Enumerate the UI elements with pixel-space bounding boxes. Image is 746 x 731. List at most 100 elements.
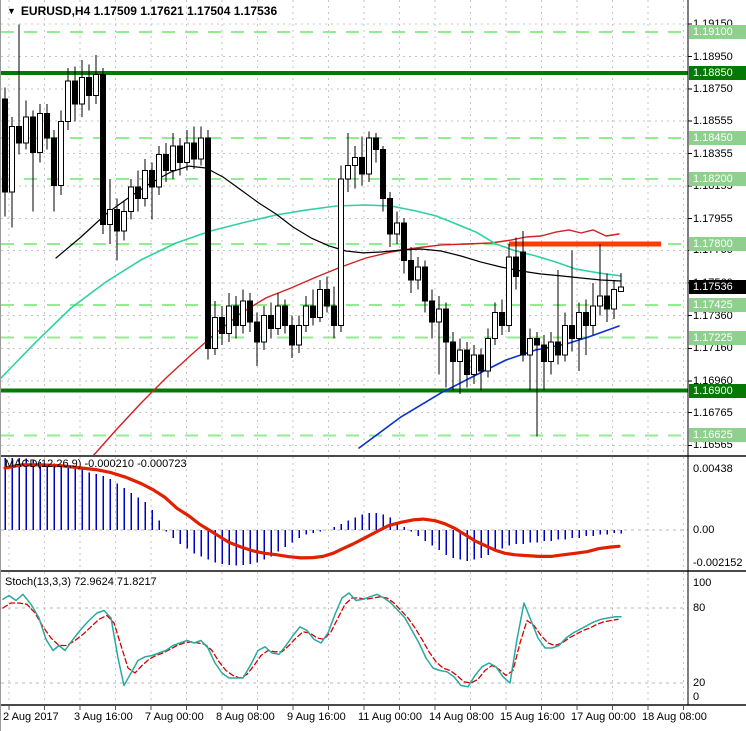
price-axis-label: 1.18355 [693,147,733,160]
candle-down [86,77,92,97]
candle-down [163,153,169,172]
price-level-badge: 1.16900 [689,383,746,398]
candle-down [135,186,141,199]
candle-down [282,305,288,326]
time-axis-label: 17 Aug 00:00 [571,711,636,723]
candle-down [422,266,428,302]
candle-up [345,165,351,180]
candle-up [261,315,267,343]
candle-up [93,73,99,97]
time-axis-label: 8 Aug 08:00 [216,711,275,723]
candle-up [548,341,554,362]
candle-down [478,354,484,372]
symbol-dropdown-icon[interactable]: ▼ [7,6,16,16]
candle-down [247,300,253,323]
candle-down [373,137,379,150]
candle-up [576,311,582,340]
candle-up [23,116,29,144]
candle-down [324,289,330,307]
candle-up [366,137,372,175]
macd-signal-line [3,463,621,560]
candle-down [604,295,610,310]
candle-down [583,311,589,326]
candle-up [527,338,533,356]
candle-down [149,170,155,188]
candle-down [205,137,211,349]
candle-up [65,80,71,123]
macd-axis-min-label: -0.002152 [693,557,743,569]
candle-up [394,222,400,235]
candle-down [331,305,337,326]
time-axis-label: 15 Aug 16:00 [500,711,565,723]
candle-up [226,305,232,335]
candle-up [240,300,246,326]
candle-down [499,311,505,326]
candle-down [450,341,456,362]
candle-up [107,209,113,225]
candle-up [590,305,596,326]
stoch-axis-label: 0 [693,691,700,703]
candle-up [618,286,624,292]
chart-window: ▼ EURUSD,H4 1.17509 1.17621 1.17504 1.17… [0,0,746,731]
time-axis-label: 18 Aug 08:00 [642,711,707,723]
candle-up [611,289,617,310]
candle-up [121,210,127,232]
current-price-badge: 1.17536 [689,280,746,294]
price-level-badge: 1.18450 [689,131,746,146]
price-level-badge: 1.16625 [689,428,746,443]
candle-up [317,289,323,318]
macd-axis-zero-label: 0.00 [693,524,715,536]
candle-down [429,300,435,323]
candle-down [380,148,386,199]
candle-down [114,209,120,232]
candle-up [597,295,603,307]
stoch-d-line [2,596,619,684]
candle-down [191,142,197,160]
candle-down [555,341,561,356]
candle-down [268,315,274,330]
candle-down [443,308,449,343]
candle-up [436,308,442,323]
price-level-badge: 1.18200 [689,171,746,186]
candle-up [562,324,568,356]
candle-down [464,349,470,375]
candle-up [492,311,498,340]
candle-up [352,157,358,167]
candle-down [408,259,414,281]
price-level-badge: 1.17425 [689,298,746,313]
time-axis-label: 7 Aug 00:00 [145,711,204,723]
candle-down [401,222,407,261]
candle-up [303,305,309,326]
stoch-axis-label: 100 [693,577,712,589]
candle-down [254,321,260,343]
stoch-axis-label: 80 [693,602,706,614]
candle-down [387,197,393,235]
macd-axis-max-label: 0.00438 [693,463,733,475]
time-axis-label: 14 Aug 08:00 [429,711,494,723]
candle-up [170,145,176,172]
candle-down [569,324,575,340]
price-axis-label: 1.17955 [693,212,733,225]
candle-down [16,126,22,144]
stoch-k-line [2,592,622,688]
candle-up [184,142,190,163]
candle-up [58,121,64,186]
candle-down [72,80,78,105]
candle-down [30,116,36,154]
candle-up [338,178,344,326]
candle-up [128,186,134,212]
stoch-indicator-label: Stoch(13,3,3) 72.9624 71.8217 [5,576,157,588]
stoch-axis-label: 20 [693,677,706,689]
chart-title: ▼ EURUSD,H4 1.17509 1.17621 1.17504 1.17… [7,4,277,18]
price-axis-label: 1.18750 [693,83,733,96]
candle-down [177,145,183,163]
candle-up [485,338,491,372]
candle-up [296,324,302,346]
candle-up [212,316,218,349]
candle-down [310,305,316,318]
chart-canvas[interactable] [1,0,746,731]
time-axis-label: 11 Aug 00:00 [358,711,423,723]
candle-down [2,98,8,193]
candle-down [44,113,50,139]
candle-up [457,349,463,362]
